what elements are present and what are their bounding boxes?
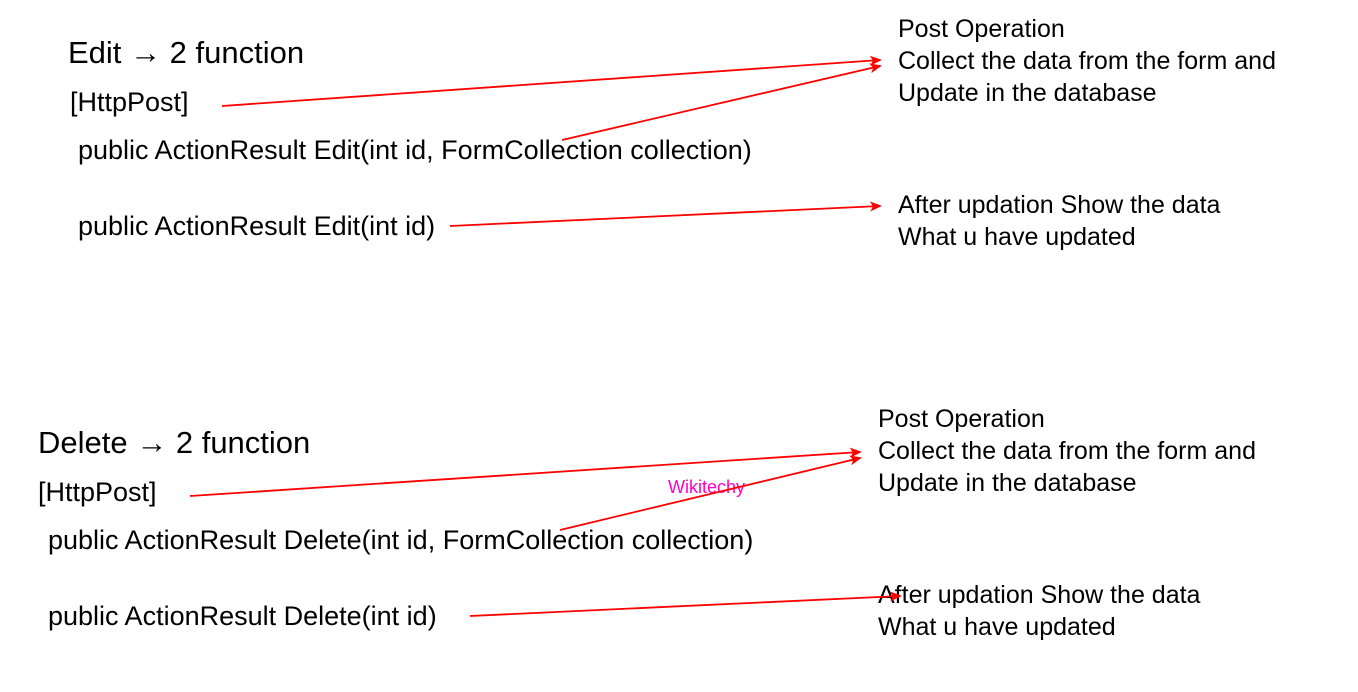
delete-get-note-line1: After updation Show the data [878, 580, 1200, 611]
edit-post-note-line3: Update in the database [898, 78, 1157, 109]
edit-title-prefix: Edit [68, 35, 130, 70]
edit-post-note-line2: Collect the data from the form and [898, 46, 1276, 77]
edit-get-signature: public ActionResult Edit(int id) [78, 210, 435, 244]
edit-get-note-line1: After updation Show the data [898, 190, 1220, 221]
edit-title-suffix: 2 function [161, 35, 304, 70]
delete-post-note-line1: Post Operation [878, 404, 1045, 435]
edit-get-note-line2: What u have updated [898, 222, 1136, 253]
delete-get-note-line2: What u have updated [878, 612, 1116, 643]
edit-post-note-line1: Post Operation [898, 14, 1065, 45]
delete-post-note-line3: Update in the database [878, 468, 1137, 499]
watermark-text: Wikitechy [668, 476, 745, 499]
edit-post-signature: public ActionResult Edit(int id, FormCol… [78, 134, 752, 168]
arrow-edit-httppost-to-postnote [222, 60, 880, 106]
edit-title: Edit → 2 function [68, 34, 304, 73]
delete-title: Delete → 2 function [38, 424, 310, 463]
arrow-delete-getsig-to-getnote [470, 596, 900, 616]
delete-post-note-line2: Collect the data from the form and [878, 436, 1256, 467]
delete-get-signature: public ActionResult Delete(int id) [48, 600, 437, 634]
delete-title-prefix: Delete [38, 425, 136, 460]
arrow-edit-postsig-to-postnote [562, 66, 880, 140]
delete-httppost-attr: [HttpPost] [38, 476, 157, 510]
arrow-right-icon: → [130, 35, 161, 70]
delete-post-signature: public ActionResult Delete(int id, FormC… [48, 524, 753, 558]
arrow-right-icon: → [136, 425, 167, 460]
arrow-edit-getsig-to-getnote [450, 206, 880, 226]
delete-title-suffix: 2 function [167, 425, 310, 460]
edit-httppost-attr: [HttpPost] [70, 86, 189, 120]
